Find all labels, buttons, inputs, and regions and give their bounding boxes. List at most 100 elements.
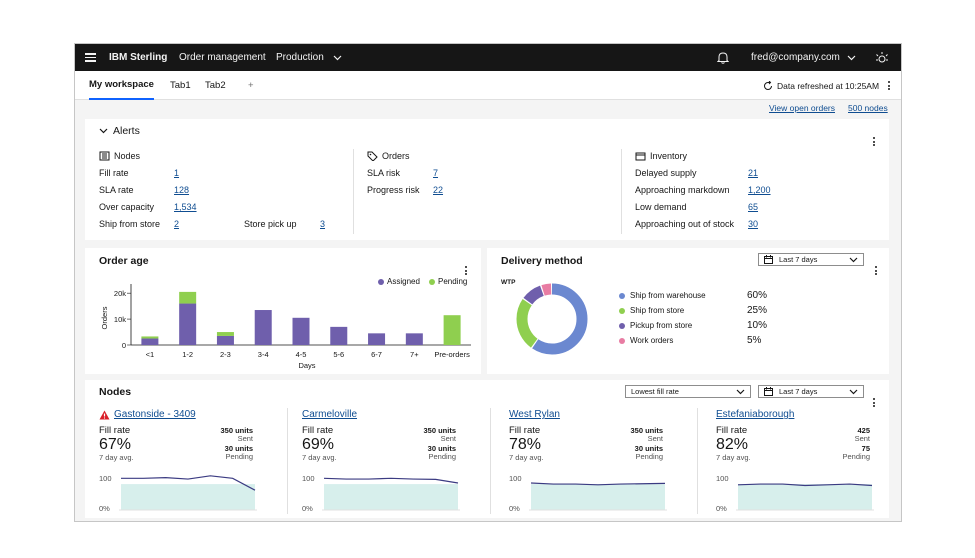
fill-rate-value: 67%	[99, 436, 132, 453]
x-tick-label: 6-7	[371, 350, 382, 359]
data-refresh-status[interactable]: Data refreshed at 10:25AM	[763, 71, 879, 100]
bar-pending[interactable]	[216, 332, 234, 336]
alert-value-link[interactable]: 22	[433, 185, 443, 195]
chevron-down-icon[interactable]	[99, 126, 108, 137]
x-tick-label: 5-6	[333, 350, 344, 359]
delivery-method-card: Delivery method Last 7 days WTP Ship fro…	[487, 248, 889, 374]
alert-value-link[interactable]: 1,534	[174, 202, 197, 212]
sent-label: Sent	[237, 434, 253, 443]
spark-axis-top: 100	[302, 474, 315, 483]
spark-axis-bottom: 0%	[302, 504, 313, 513]
alerts-inventory-heading: Inventory	[635, 151, 687, 161]
spark-axis-top: 100	[509, 474, 522, 483]
alerts-card: Alerts Nodes Fill rate 1 SLA rate 128 Ov…	[85, 119, 889, 240]
overflow-menu-icon[interactable]	[887, 71, 891, 100]
bar-assigned[interactable]	[141, 338, 159, 345]
theme-toggle-icon[interactable]	[875, 44, 889, 71]
sparkline-chart	[736, 483, 874, 511]
bar-assigned[interactable]	[254, 310, 272, 345]
overflow-menu-icon[interactable]	[872, 387, 876, 407]
node-name-link[interactable]: Gastonside - 3409	[99, 409, 196, 420]
pending-label: Pending	[635, 452, 663, 461]
chevron-down-icon	[736, 388, 745, 397]
bar-assigned[interactable]	[216, 335, 234, 345]
alert-label: Delayed supply	[635, 168, 697, 178]
add-tab-button[interactable]: +	[248, 71, 254, 100]
node-name-link[interactable]: Carmeloville	[302, 409, 357, 420]
alert-value-link[interactable]: 65	[748, 202, 758, 212]
nav-environment[interactable]: Production	[276, 44, 324, 71]
overflow-menu-icon[interactable]	[874, 255, 878, 275]
date-range-dropdown[interactable]: Last 7 days	[758, 385, 864, 398]
alert-label: Over capacity	[99, 202, 155, 212]
alert-value-link[interactable]: 1	[174, 168, 179, 178]
calendar-icon	[764, 387, 773, 396]
bar-assigned[interactable]	[292, 317, 310, 345]
x-tick-label: 3-4	[258, 350, 269, 359]
pending-label: Pending	[428, 452, 456, 461]
x-tick-label: Pre-orders	[434, 350, 470, 359]
brand-name[interactable]: IBM Sterling	[109, 44, 167, 71]
overflow-menu-icon[interactable]	[872, 126, 876, 146]
nodes-count-link[interactable]: 500 nodes	[848, 101, 888, 115]
alert-label: SLA rate	[99, 185, 134, 195]
chevron-down-icon[interactable]	[333, 44, 342, 71]
alert-value-link[interactable]: 21	[748, 168, 758, 178]
fill-rate-value: 82%	[716, 436, 749, 453]
alert-value-link[interactable]: 3	[320, 219, 325, 229]
fill-rate-value: 78%	[509, 436, 542, 453]
alert-value-link[interactable]: 128	[174, 185, 189, 195]
delivery-donut-chart	[516, 283, 588, 355]
spark-axis-bottom: 0%	[716, 504, 727, 513]
chevron-down-icon[interactable]	[847, 44, 856, 71]
user-email[interactable]: fred@company.com	[751, 44, 840, 71]
node-name-link[interactable]: West Rylan	[509, 409, 560, 420]
pending-label: Pending	[225, 452, 253, 461]
delivery-percent: 10%	[747, 320, 768, 331]
menu-icon[interactable]	[84, 44, 96, 71]
delivery-legend-item: Ship from warehouse	[619, 291, 706, 300]
alert-label: Ship from store	[99, 219, 161, 229]
alert-label: Approaching markdown	[635, 185, 730, 195]
alert-value-link[interactable]: 7	[433, 168, 438, 178]
alert-label: Low demand	[635, 202, 687, 212]
bar-assigned[interactable]	[405, 333, 423, 345]
tab-tab2[interactable]: Tab2	[205, 71, 226, 100]
notification-bell-icon[interactable]	[717, 44, 729, 71]
refresh-icon[interactable]	[763, 80, 773, 91]
bar-assigned[interactable]	[179, 303, 197, 345]
x-tick-label: <1	[146, 350, 155, 359]
sparkline-chart	[322, 477, 460, 511]
nodes-card: Nodes Lowest fill rate Last 7 days Gasto…	[85, 380, 889, 518]
bar-pending[interactable]	[141, 336, 159, 339]
legend-swatch	[619, 337, 625, 344]
x-tick-label: 4-5	[296, 350, 307, 359]
target-band	[531, 484, 665, 510]
sent-label: Sent	[854, 434, 870, 443]
alerts-title[interactable]: Alerts	[113, 125, 140, 137]
bar-assigned[interactable]	[368, 333, 386, 345]
delivery-percent: 25%	[747, 305, 768, 316]
tab-tab1[interactable]: Tab1	[170, 71, 191, 100]
tab-my-workspace[interactable]: My workspace	[89, 71, 154, 100]
node-name-link[interactable]: Estefaniaborough	[716, 409, 794, 420]
legend-label: Ship from warehouse	[630, 291, 706, 300]
bar-pending[interactable]	[443, 315, 461, 345]
tab-bar: My workspace Tab1 Tab2 + Data refreshed …	[75, 71, 901, 100]
bar-pending[interactable]	[179, 291, 197, 304]
date-range-dropdown[interactable]: Last 7 days	[758, 253, 864, 266]
spark-axis-bottom: 0%	[509, 504, 520, 513]
alert-value-link[interactable]: 1,200	[748, 185, 771, 195]
sort-dropdown[interactable]: Lowest fill rate	[625, 385, 751, 398]
alert-value-link[interactable]: 2	[174, 219, 179, 229]
alerts-nodes-heading: Nodes	[99, 151, 140, 161]
legend-label: Ship from store	[630, 306, 685, 315]
tile-divider	[287, 408, 288, 514]
view-open-orders-link[interactable]: View open orders	[769, 101, 835, 115]
warning-icon	[99, 410, 110, 419]
alert-label: SLA risk	[367, 168, 401, 178]
bar-assigned[interactable]	[330, 326, 348, 345]
alert-value-link[interactable]: 30	[748, 219, 758, 229]
sparkline-chart	[119, 475, 257, 511]
nav-order-management[interactable]: Order management	[179, 44, 266, 71]
